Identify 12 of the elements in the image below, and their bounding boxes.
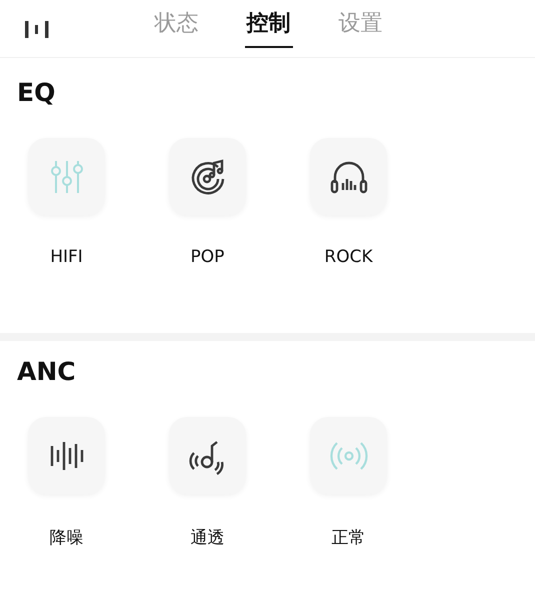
mode-label: 通透 [190,527,224,549]
logo-icon [25,18,49,38]
mode-label: POP [190,247,224,267]
tab[interactable]: 状态 [152,0,200,57]
mode-label: HIFI [50,247,83,267]
section-title: ANC [17,357,77,387]
section-title: EQ [17,78,56,108]
mode-label: ROCK [324,247,373,267]
tab[interactable]: 设置 [336,0,384,57]
mode-label: 降噪 [50,527,84,549]
mode-label: 正常 [332,527,366,549]
tab[interactable]: 控制 [244,0,292,48]
